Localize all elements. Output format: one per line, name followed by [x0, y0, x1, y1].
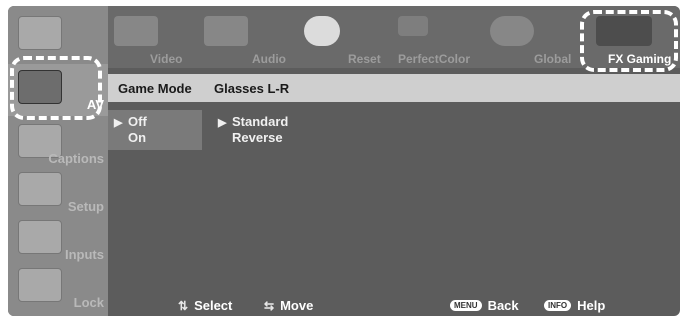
tv-icon: [18, 172, 62, 206]
sidebar-item-setup[interactable]: Setup: [8, 166, 108, 218]
highlight-ring-fx-gaming: [580, 10, 678, 72]
sidebar-item-label: Setup: [67, 199, 104, 214]
sidebar-item-lock[interactable]: Lock: [8, 262, 108, 314]
info-key-icon: INFO: [544, 300, 572, 311]
inputs-icon: [18, 220, 62, 254]
sidebar-item-label: Inputs: [65, 247, 104, 262]
tab-perfectcolor[interactable]: PerfectColor: [394, 14, 494, 66]
up-down-arrows-icon: ⇅: [178, 298, 189, 313]
color-bars-icon: [398, 16, 428, 36]
game-mode-heading: Game Mode: [118, 81, 192, 96]
option-off[interactable]: ▶ Off: [114, 114, 202, 130]
option-reverse[interactable]: Reverse: [218, 130, 288, 146]
selected-arrow-icon: ▶: [218, 117, 227, 129]
select-hint: ⇅ Select: [178, 298, 233, 313]
option-on[interactable]: On: [114, 130, 202, 146]
move-hint: ⇆ Move: [264, 298, 314, 313]
highlight-ring-av: [10, 56, 102, 120]
back-hint: MENU Back: [450, 298, 519, 313]
lock-icon: [18, 268, 62, 302]
tab-reset[interactable]: Reset: [304, 14, 394, 66]
footer-hints: ⇅ Select ⇆ Move MENU Back INFO Help: [108, 298, 680, 316]
tab-audio[interactable]: Audio: [204, 14, 294, 66]
reset-icon: [304, 16, 340, 46]
help-hint: INFO Help: [544, 298, 605, 313]
photo-icon: [18, 16, 62, 50]
left-right-arrows-icon: ⇆: [264, 298, 275, 313]
game-mode-options: ▶ Off On: [108, 110, 202, 150]
sidebar-item-inputs[interactable]: Inputs: [8, 214, 108, 266]
option-standard[interactable]: ▶ Standard: [218, 114, 288, 130]
tab-video[interactable]: Video: [114, 14, 204, 66]
sidebar-item-label: Captions: [48, 151, 104, 166]
glasses-options: ▶ Standard Reverse: [218, 114, 288, 146]
sidebar: AV Captions Setup Inputs Lock: [8, 6, 108, 316]
tv-icon: [114, 16, 158, 46]
menu-header: Game Mode Glasses L-R: [108, 74, 680, 102]
speaker-icon: [204, 16, 248, 46]
tab-global[interactable]: Global: [490, 14, 580, 66]
speakers-icon: [490, 16, 534, 46]
menu-key-icon: MENU: [450, 300, 482, 311]
sidebar-item-label: Lock: [73, 295, 104, 310]
sidebar-item-captions[interactable]: Captions: [8, 118, 108, 170]
sidebar-item-photo[interactable]: [8, 10, 108, 62]
glasses-lr-heading: Glasses L-R: [214, 81, 290, 96]
selected-arrow-icon: ▶: [114, 117, 123, 129]
